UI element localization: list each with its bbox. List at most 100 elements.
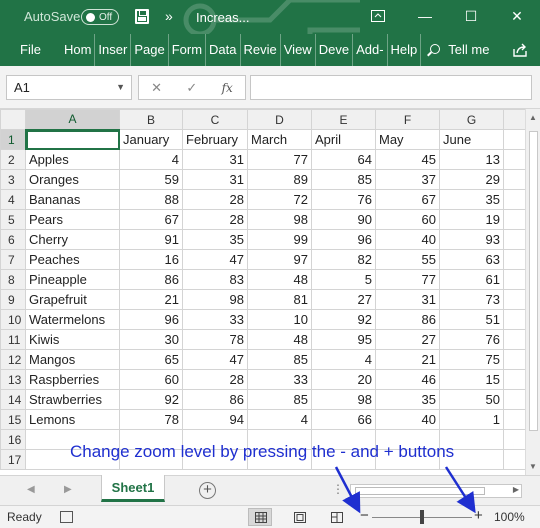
cell-f12[interactable]: 21: [375, 349, 440, 370]
cell-b9[interactable]: 21: [119, 289, 183, 310]
cell-d11[interactable]: 48: [247, 329, 312, 350]
share-icon[interactable]: [512, 42, 528, 58]
ribbon-display-icon[interactable]: [364, 4, 392, 28]
tab-data[interactable]: Data: [206, 34, 241, 66]
cell-c14[interactable]: 86: [182, 389, 248, 410]
cell-a15[interactable]: Lemons: [25, 409, 120, 430]
cell-f1[interactable]: May: [375, 129, 440, 150]
scroll-up-icon[interactable]: ▲: [529, 113, 537, 122]
vertical-scrollbar[interactable]: ▲ ▼: [525, 109, 540, 475]
more-commands-icon[interactable]: »: [165, 8, 173, 24]
tab-help[interactable]: Help: [388, 34, 422, 66]
cell-b2[interactable]: 4: [119, 149, 183, 170]
cell-f4[interactable]: 67: [375, 189, 440, 210]
cell-e13[interactable]: 20: [311, 369, 376, 390]
cell-a8[interactable]: Pineapple: [25, 269, 120, 290]
column-header-c[interactable]: C: [182, 109, 248, 130]
cell-d10[interactable]: 10: [247, 309, 312, 330]
cell-e3[interactable]: 85: [311, 169, 376, 190]
row-header[interactable]: 3: [0, 169, 26, 190]
cell-e1[interactable]: April: [311, 129, 376, 150]
cell-d12[interactable]: 85: [247, 349, 312, 370]
cell-f15[interactable]: 40: [375, 409, 440, 430]
cell-g6[interactable]: 93: [439, 229, 504, 250]
save-icon[interactable]: [135, 9, 149, 24]
formula-input[interactable]: [250, 75, 532, 100]
row-header[interactable]: 2: [0, 149, 26, 170]
cell-e14[interactable]: 98: [311, 389, 376, 410]
row-header[interactable]: 13: [0, 369, 26, 390]
name-box[interactable]: A1 ▼: [6, 75, 132, 100]
row-header[interactable]: 11: [0, 329, 26, 350]
cell-g9[interactable]: 73: [439, 289, 504, 310]
cell-g13[interactable]: 15: [439, 369, 504, 390]
minimize-button[interactable]: —: [411, 4, 439, 28]
cell-b8[interactable]: 86: [119, 269, 183, 290]
tab-insert[interactable]: Inser: [95, 34, 132, 66]
cell-a2[interactable]: Apples: [25, 149, 120, 170]
column-header-e[interactable]: E: [311, 109, 376, 130]
row-header[interactable]: 10: [0, 309, 26, 330]
cell-c4[interactable]: 28: [182, 189, 248, 210]
tab-file[interactable]: File: [0, 34, 61, 66]
cell-d5[interactable]: 98: [247, 209, 312, 230]
cell-g5[interactable]: 19: [439, 209, 504, 230]
cell-g7[interactable]: 63: [439, 249, 504, 270]
column-header-d[interactable]: D: [247, 109, 312, 130]
zoom-slider-thumb[interactable]: [420, 510, 424, 524]
cell-d15[interactable]: 4: [247, 409, 312, 430]
cell-d1[interactable]: March: [247, 129, 312, 150]
sheet-tab-active[interactable]: Sheet1: [101, 475, 165, 502]
cell-f10[interactable]: 86: [375, 309, 440, 330]
autosave-toggle[interactable]: Off: [81, 9, 119, 25]
cell-e8[interactable]: 5: [311, 269, 376, 290]
cell-a9[interactable]: Grapefruit: [25, 289, 120, 310]
h-scroll-thumb[interactable]: [355, 487, 485, 495]
macro-recording-icon[interactable]: [60, 511, 73, 523]
cancel-icon[interactable]: ✕: [151, 80, 162, 96]
cell-g11[interactable]: 76: [439, 329, 504, 350]
cell-g3[interactable]: 29: [439, 169, 504, 190]
cell-b7[interactable]: 16: [119, 249, 183, 270]
tab-review[interactable]: Revie: [241, 34, 281, 66]
cell-a1[interactable]: [25, 129, 120, 150]
cell-f11[interactable]: 27: [375, 329, 440, 350]
cell-e7[interactable]: 82: [311, 249, 376, 270]
column-header-f[interactable]: F: [375, 109, 440, 130]
column-header-a[interactable]: A: [25, 109, 120, 131]
cell-b6[interactable]: 91: [119, 229, 183, 250]
cell-f7[interactable]: 55: [375, 249, 440, 270]
cell-e5[interactable]: 90: [311, 209, 376, 230]
next-sheet-icon[interactable]: ▶: [64, 484, 72, 495]
cell-e15[interactable]: 66: [311, 409, 376, 430]
maximize-button[interactable]: ☐: [457, 4, 485, 28]
cell-e9[interactable]: 27: [311, 289, 376, 310]
cell-d13[interactable]: 33: [247, 369, 312, 390]
cell-a11[interactable]: Kiwis: [25, 329, 120, 350]
zoom-in-button[interactable]: +: [474, 507, 483, 524]
cell-b10[interactable]: 96: [119, 309, 183, 330]
cell-g8[interactable]: 61: [439, 269, 504, 290]
cell-d7[interactable]: 97: [247, 249, 312, 270]
cell-b5[interactable]: 67: [119, 209, 183, 230]
cell-b12[interactable]: 65: [119, 349, 183, 370]
cell-e4[interactable]: 76: [311, 189, 376, 210]
prev-sheet-icon[interactable]: ◀: [27, 484, 35, 495]
cell-c11[interactable]: 78: [182, 329, 248, 350]
cell-g2[interactable]: 13: [439, 149, 504, 170]
cell-c9[interactable]: 98: [182, 289, 248, 310]
cell-g14[interactable]: 50: [439, 389, 504, 410]
cell-a7[interactable]: Peaches: [25, 249, 120, 270]
cell-b4[interactable]: 88: [119, 189, 183, 210]
cell-c10[interactable]: 33: [182, 309, 248, 330]
tab-view[interactable]: View: [281, 34, 316, 66]
cell-a14[interactable]: Strawberries: [25, 389, 120, 410]
cell-c13[interactable]: 28: [182, 369, 248, 390]
cell-f5[interactable]: 60: [375, 209, 440, 230]
cell-c12[interactable]: 47: [182, 349, 248, 370]
tell-me-search[interactable]: Tell me: [427, 34, 492, 66]
page-break-view-button[interactable]: [324, 508, 348, 526]
cell-e10[interactable]: 92: [311, 309, 376, 330]
cell-d4[interactable]: 72: [247, 189, 312, 210]
cell-f9[interactable]: 31: [375, 289, 440, 310]
